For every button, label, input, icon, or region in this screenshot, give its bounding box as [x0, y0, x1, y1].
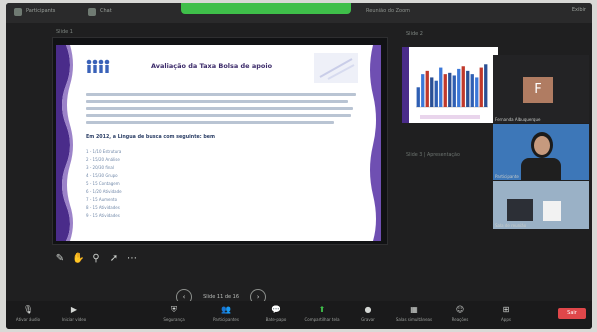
video-button[interactable]: ▶ Iniciar vídeo [54, 305, 94, 322]
list-item: 5 - 15 Contagem [86, 181, 120, 186]
slide-right-wave [370, 45, 381, 241]
participant-name: Sala de reunião [495, 223, 527, 228]
security-button[interactable]: ⛨ Segurança [154, 305, 194, 322]
chart-bar [484, 64, 488, 107]
chart-bar [430, 77, 434, 107]
participant-tile[interactable]: F Fernanda Albuquerque [493, 55, 589, 123]
avatar: F [523, 77, 553, 103]
meeting-title: Reunião do Zoom [366, 8, 411, 14]
slide-panel-label: Slide 1 [56, 29, 73, 35]
apps-button[interactable]: ⊞ Apps [486, 305, 526, 322]
page-indicator: Slide 11 de 16 [203, 293, 240, 300]
chart-bar [439, 67, 443, 107]
participant-tile[interactable]: Participante [493, 124, 589, 180]
thumbnail-chart [416, 64, 488, 108]
share-screen-button[interactable]: ⬆ Compartilhar tela [302, 305, 342, 322]
participant-tile[interactable]: Sala de reunião [493, 181, 589, 229]
view-button[interactable]: Exibir [572, 7, 586, 13]
magnifier-icon[interactable]: ⚲ [90, 253, 102, 265]
chart-bar [470, 74, 474, 107]
reactions-button[interactable]: ☺ Reações [440, 305, 480, 322]
meeting-toolbar: 🎙 Ativar áudio ▶ Iniciar vídeo ⛨ Segurança … [6, 301, 592, 329]
participant-video [507, 199, 533, 221]
slide-corner-graphic [314, 53, 358, 83]
rooms-icon: ▦ [410, 305, 418, 314]
thumbnail-wave [402, 47, 409, 123]
chart-bar [448, 72, 452, 107]
chart-bar [457, 68, 461, 107]
hand-icon[interactable]: ✋ [72, 253, 84, 265]
chart-bar [452, 75, 456, 107]
participants-icon: 👥 [221, 305, 231, 314]
chart-bar [434, 80, 438, 107]
participants-button[interactable]: 👥 Participantes [206, 305, 246, 322]
more-icon[interactable]: ⋯ [126, 253, 138, 265]
annotation-toolbar: ✎ ✋ ⚲ ➚ ⋯ [54, 246, 144, 265]
slide-list: 1 - 1/10 Estrutura 2 - 15/20 Análise 3 -… [86, 148, 122, 220]
breakout-rooms-button[interactable]: ▦ Salas simultâneas [394, 305, 434, 322]
pointer-icon[interactable]: ➚ [108, 253, 120, 265]
chart-bar [416, 87, 420, 107]
chart-bar [421, 74, 425, 107]
top-bar: Participants Chat Reunião do Zoom Exibir [6, 3, 592, 23]
participants-icon[interactable] [14, 8, 22, 16]
chart-bar [475, 77, 479, 107]
list-item: 1 - 1/10 Estrutura [86, 149, 122, 154]
slide-subheading: Em 2012, a Lingua de busca com seguinte:… [86, 135, 216, 140]
slide-title: Avaliação da Taxa Bolsa de apoio [151, 62, 273, 70]
thumbnail-label: Slide 2 [406, 31, 423, 37]
slide-paragraph [86, 93, 356, 128]
chart-bar [466, 70, 470, 107]
record-button[interactable]: ● Gravar [348, 305, 388, 322]
screen-share-indicator[interactable] [181, 3, 351, 14]
slide-left-wave [56, 45, 73, 241]
security-icon: ⛨ [171, 305, 177, 314]
thumbnail-footer-band [420, 115, 480, 119]
slide-thumbnail[interactable] [402, 47, 498, 123]
chart-bar [443, 74, 447, 107]
thumbnail-caption: Slide 3 | Apresentação [406, 153, 460, 158]
reactions-icon: ☺ [455, 305, 465, 314]
chat-icon[interactable] [88, 8, 96, 16]
list-item: 9 - 15 Atividades [86, 213, 120, 218]
microphone-icon: 🎙 [23, 305, 34, 314]
list-item: 3 - 20/30 final [86, 165, 114, 170]
participant-name: Fernanda Albuquerque [495, 117, 541, 122]
topbar-item-participants[interactable]: Participants [26, 8, 55, 14]
chat-button[interactable]: 💬 Bate-papo [256, 305, 296, 322]
chart-bar [479, 67, 483, 107]
list-item: 8 - 15 Atividades [86, 205, 120, 210]
share-icon: ⬆ [318, 305, 326, 314]
video-icon: ▶ [70, 305, 78, 314]
list-item: 7 - 15 Aumento [86, 197, 118, 202]
topbar-item-chat[interactable]: Chat [100, 8, 112, 14]
list-item: 4 - 15/30 Grupo [86, 173, 118, 178]
chart-bar [425, 70, 429, 107]
list-item: 6 - 1/20 Atividade [86, 189, 122, 194]
chart-bar [461, 66, 465, 107]
apps-icon: ⊞ [502, 305, 510, 314]
chat-icon: 💬 [271, 305, 281, 314]
participant-name: Participante [495, 174, 519, 179]
institution-logo [86, 59, 110, 73]
presentation-slide: Avaliação da Taxa Bolsa de apoio Em 2012… [56, 45, 381, 241]
leave-button[interactable]: Sair [558, 308, 586, 319]
list-item: 2 - 15/20 Análise [86, 157, 120, 162]
zoom-window: Participants Chat Reunião do Zoom Exibir… [6, 3, 592, 329]
mute-button[interactable]: 🎙 Ativar áudio [8, 305, 48, 322]
record-icon: ● [364, 305, 372, 314]
pen-icon[interactable]: ✎ [54, 253, 66, 265]
